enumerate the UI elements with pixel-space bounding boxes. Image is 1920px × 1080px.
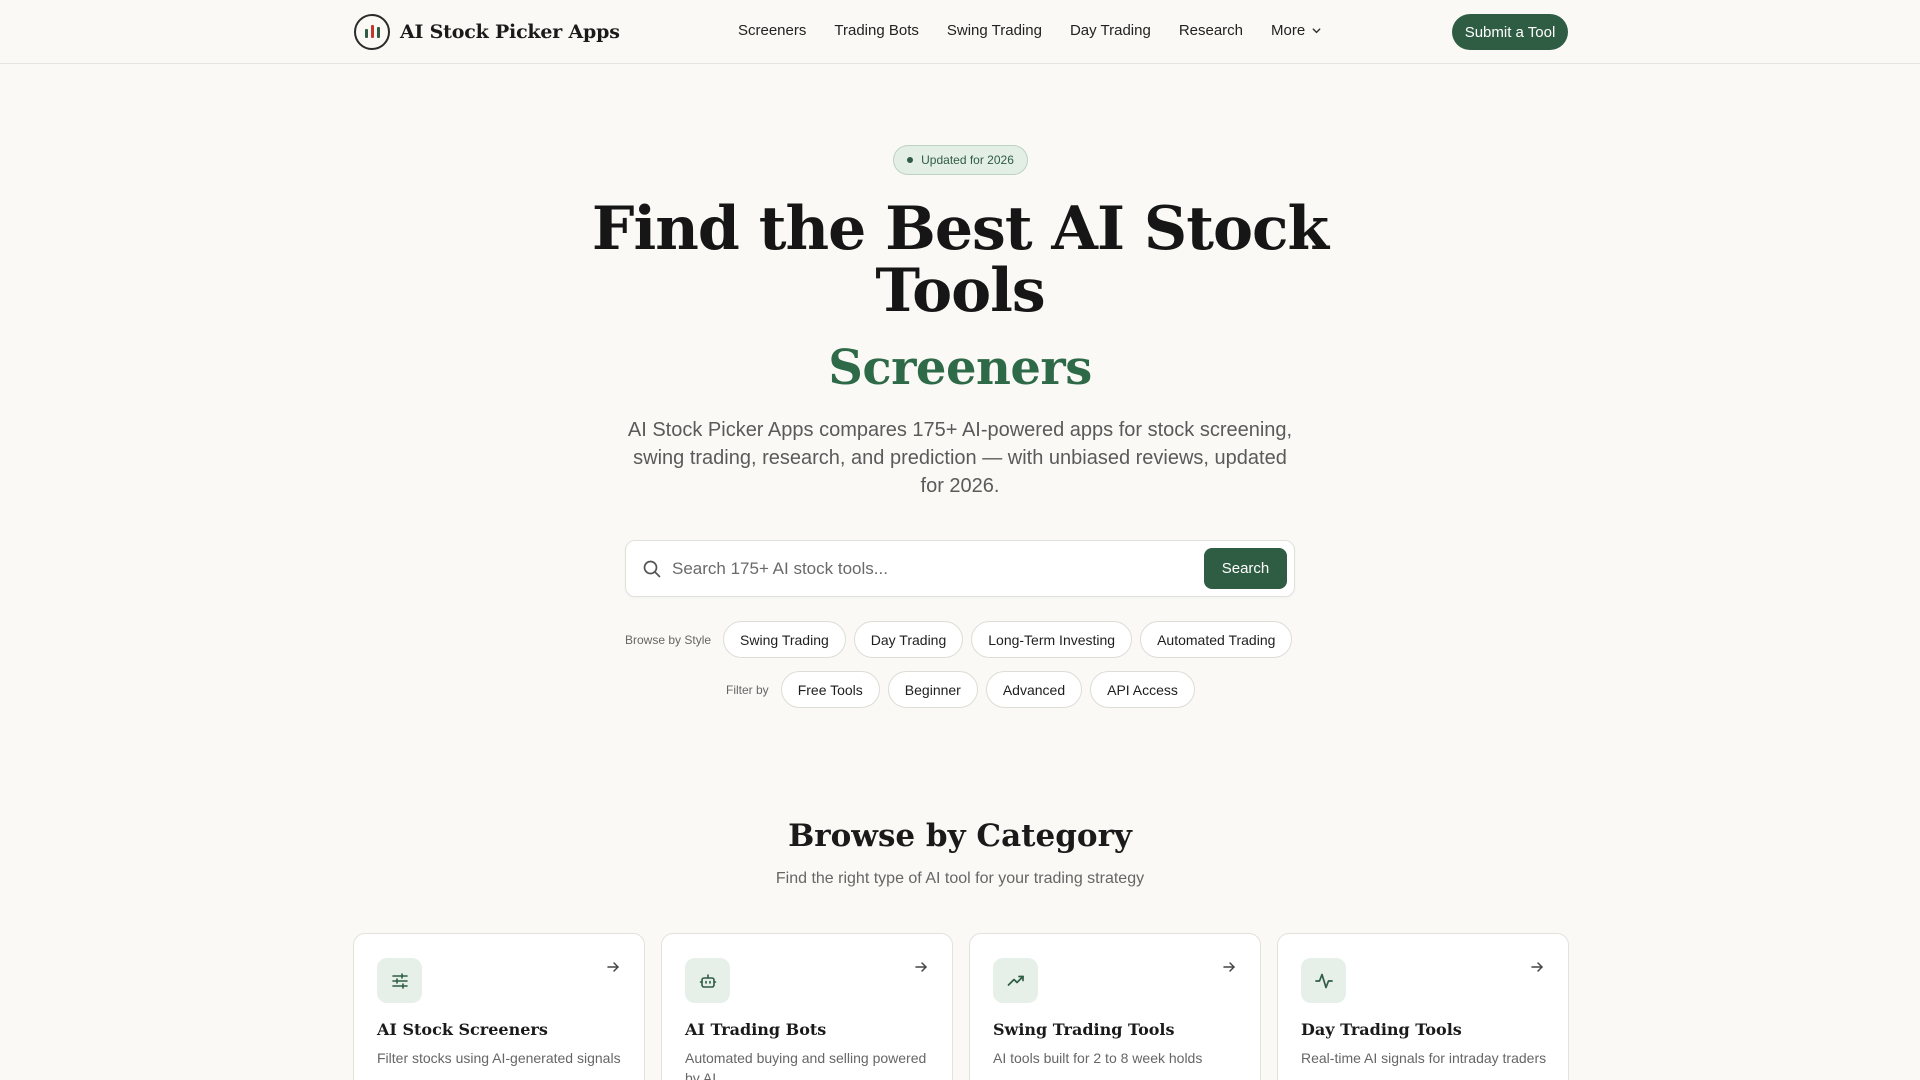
nav-link-day-trading[interactable]: Day Trading xyxy=(1070,22,1151,39)
nav-more-dropdown[interactable]: More xyxy=(1271,22,1322,39)
card-title: Day Trading Tools xyxy=(1301,1020,1462,1039)
search-button[interactable]: Search xyxy=(1204,548,1287,589)
brand-name: AI Stock Picker Apps xyxy=(400,21,620,43)
card-description: Real-time AI signals for intraday trader… xyxy=(1301,1050,1547,1066)
filter-by-label: Filter by xyxy=(726,682,769,697)
hero-title: Find the Best AI Stock Tools xyxy=(591,194,1329,326)
search-input[interactable] xyxy=(672,555,1172,583)
card-title: AI Trading Bots xyxy=(685,1020,827,1039)
nav-link-screeners[interactable]: Screeners xyxy=(738,22,806,39)
chip-long-term-investing[interactable]: Long-Term Investing xyxy=(971,621,1133,658)
category-card-screeners[interactable]: AI Stock Screeners Filter stocks using A… xyxy=(353,933,645,1080)
hero-description: AI Stock Picker Apps compares 175+ AI-po… xyxy=(627,419,1293,497)
nav-more-label: More xyxy=(1271,22,1306,39)
search-icon xyxy=(643,560,661,578)
arrow-right-icon xyxy=(1223,962,1235,972)
nav-links: Screeners Trading Bots Swing Trading Day… xyxy=(738,22,1322,39)
chip-free-tools[interactable]: Free Tools xyxy=(780,671,880,708)
arrow-right-icon xyxy=(1531,962,1543,972)
chip-advanced[interactable]: Advanced xyxy=(985,671,1083,708)
chip-beginner[interactable]: Beginner xyxy=(887,671,978,708)
nav-link-research[interactable]: Research xyxy=(1179,22,1243,39)
arrow-right-icon xyxy=(607,962,619,972)
chip-automated-trading[interactable]: Automated Trading xyxy=(1140,621,1293,658)
badge-text: Updated for 2026 xyxy=(921,153,1014,167)
category-card-trading-bots[interactable]: AI Trading Bots Automated buying and sel… xyxy=(661,933,953,1080)
trending-up-icon xyxy=(993,958,1038,1003)
search-bar: Search xyxy=(625,540,1295,597)
category-card-day-trading[interactable]: Day Trading Tools Real-time AI signals f… xyxy=(1277,933,1569,1080)
hero-accent-word: Screeners xyxy=(828,340,1092,396)
card-title: AI Stock Screeners xyxy=(377,1020,548,1039)
category-section-subtitle: Find the right type of AI tool for your … xyxy=(775,870,1145,887)
submit-tool-button[interactable]: Submit a Tool xyxy=(1452,14,1568,50)
brand-link[interactable]: AI Stock Picker Apps xyxy=(354,14,620,50)
nav-link-trading-bots[interactable]: Trading Bots xyxy=(834,22,919,39)
arrow-right-icon xyxy=(915,962,927,972)
chart-logo-icon xyxy=(354,14,390,50)
top-nav: AI Stock Picker Apps Screeners Trading B… xyxy=(0,0,1920,64)
robot-icon xyxy=(685,958,730,1003)
chip-api-access[interactable]: API Access xyxy=(1090,671,1195,708)
updated-badge: Updated for 2026 xyxy=(893,145,1028,175)
category-section-title: Browse by Category xyxy=(788,818,1132,854)
browse-style-label: Browse by Style xyxy=(625,632,712,647)
chevron-down-icon xyxy=(1312,28,1321,34)
card-title: Swing Trading Tools xyxy=(993,1020,1175,1039)
card-description: AI tools built for 2 to 8 week holds xyxy=(993,1050,1203,1066)
sliders-icon xyxy=(377,958,422,1003)
badge-dot-icon xyxy=(907,157,914,163)
category-card-swing-trading[interactable]: Swing Trading Tools AI tools built for 2… xyxy=(969,933,1261,1080)
chip-day-trading[interactable]: Day Trading xyxy=(853,621,964,658)
chip-swing-trading[interactable]: Swing Trading xyxy=(723,621,846,658)
nav-link-swing-trading[interactable]: Swing Trading xyxy=(947,22,1042,39)
filter-row: Filter by Free Tools Beginner Advanced A… xyxy=(726,671,1195,708)
card-description: Automated buying and selling powered by … xyxy=(685,1050,927,1080)
activity-icon xyxy=(1301,958,1346,1003)
card-description: Filter stocks using AI-generated signals xyxy=(377,1050,621,1066)
browse-style-row: Browse by Style Swing Trading Day Tradin… xyxy=(625,621,1293,658)
category-cards: AI Stock Screeners Filter stocks using A… xyxy=(353,933,1569,1080)
